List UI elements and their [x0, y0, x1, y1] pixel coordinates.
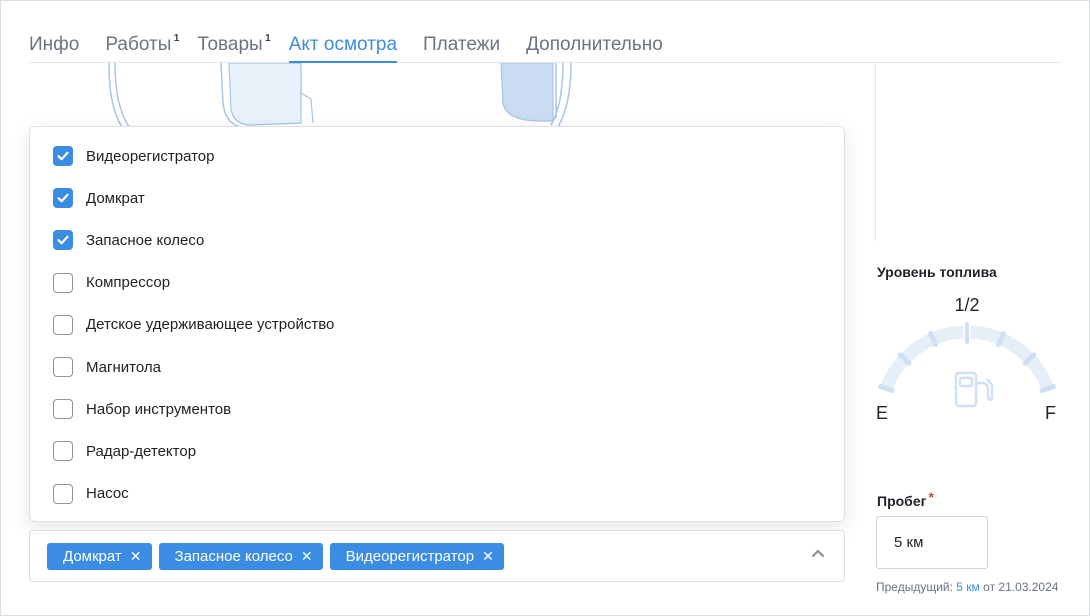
prev-prefix: Предыдущий: — [876, 580, 953, 594]
check-icon — [57, 193, 69, 203]
tab-goods[interactable]: Товары 1 — [197, 33, 270, 63]
option-label: Магнитола — [86, 358, 161, 376]
option-label: Насос — [86, 485, 129, 503]
prev-mileage-link[interactable]: 5 км — [956, 580, 980, 594]
mileage-input[interactable] — [876, 516, 988, 569]
tab-label: Товары — [197, 34, 263, 55]
fuel-level-value: 1/2 — [954, 295, 980, 315]
option-checkbox[interactable] — [53, 272, 73, 293]
selected-chip: Запасное колесо ✕ — [158, 542, 323, 570]
check-icon — [57, 236, 69, 245]
inspection-page: Инфо Работы 1 Товары 1 Акт осмотра Плате… — [0, 0, 1090, 616]
option-checkbox[interactable] — [53, 399, 73, 420]
option-checkbox[interactable] — [53, 230, 73, 251]
option-item[interactable]: Насос — [30, 473, 844, 515]
chip-label: Домкрат — [63, 547, 122, 565]
selected-chip: Видеорегистратор ✕ — [329, 542, 504, 570]
option-label: Набор инструментов — [86, 400, 232, 418]
option-item[interactable]: Детское удерживающее устройство — [30, 304, 844, 346]
prev-date: от 21.03.2024 — [983, 580, 1059, 594]
option-label: Детское удерживающее устройство — [86, 316, 335, 334]
divider — [875, 63, 876, 241]
tab-bar: Инфо Работы 1 Товары 1 Акт осмотра Плате… — [29, 33, 1061, 63]
car-diagram[interactable] — [101, 63, 581, 133]
option-checkbox[interactable] — [53, 441, 73, 462]
close-icon[interactable]: ✕ — [301, 548, 313, 565]
option-checkbox[interactable] — [53, 357, 73, 378]
tab-label: Платежи — [423, 34, 501, 55]
fuel-pump-icon — [954, 371, 994, 408]
tab-label: Акт осмотра — [288, 34, 398, 55]
fuel-title: Уровень топлива — [877, 264, 997, 280]
mileage-label: Пробег * — [877, 489, 934, 509]
option-item[interactable]: Компрессор — [30, 262, 844, 304]
option-item[interactable]: Радар-детектор — [30, 430, 844, 472]
option-checkbox[interactable] — [53, 146, 73, 167]
chip-label: Запасное колесо — [174, 547, 293, 565]
tab-works[interactable]: Работы 1 — [105, 33, 179, 63]
chip-label: Видеорегистратор — [345, 547, 475, 565]
option-checkbox[interactable] — [53, 314, 73, 335]
tab-label: Работы — [105, 34, 172, 55]
option-label: Видеорегистратор — [86, 147, 215, 165]
option-item[interactable]: Видеорегистратор — [30, 135, 844, 177]
option-label: Радар-детектор — [86, 442, 197, 460]
chevron-up-icon[interactable] — [810, 545, 826, 561]
mileage-label-text: Пробег — [877, 493, 927, 509]
option-label: Компрессор — [86, 274, 171, 292]
required-mark: * — [928, 489, 934, 505]
option-item[interactable]: Магнитола — [30, 346, 844, 388]
tab-badge: 1 — [265, 33, 271, 44]
fuel-empty-label: E — [876, 403, 889, 423]
tab-label: Инфо — [29, 34, 80, 55]
equipment-dropdown: Видеорегистратор Домкрат Запасное колесо Ко… — [29, 126, 845, 522]
option-checkbox[interactable] — [53, 188, 73, 209]
close-icon[interactable]: ✕ — [130, 548, 142, 565]
tab-info[interactable]: Инфо — [29, 35, 79, 63]
equipment-multiselect[interactable]: Домкрат ✕ Запасное колесо ✕ Видеорегистратор… — [29, 530, 845, 582]
tab-inspection[interactable]: Акт осмотра — [288, 34, 398, 63]
check-icon — [57, 151, 69, 161]
option-item[interactable]: Домкрат — [30, 177, 844, 219]
option-item[interactable]: Запасное колесо — [30, 219, 844, 261]
option-label: Запасное колесо — [86, 231, 205, 249]
selected-chip: Домкрат ✕ — [47, 542, 152, 570]
previous-mileage: Предыдущий: 5 км от 21.03.2024 — [876, 580, 1058, 594]
tab-payments[interactable]: Платежи — [423, 35, 500, 63]
option-item[interactable]: Набор инструментов — [30, 388, 844, 430]
tab-additional[interactable]: Дополнительно — [526, 35, 663, 63]
fuel-full-label: F — [1045, 403, 1056, 423]
tab-badge: 1 — [173, 33, 180, 44]
option-label: Домкрат — [86, 189, 145, 207]
option-checkbox[interactable] — [53, 483, 73, 504]
tab-label: Дополнительно — [526, 34, 663, 55]
close-icon[interactable]: ✕ — [482, 548, 494, 565]
